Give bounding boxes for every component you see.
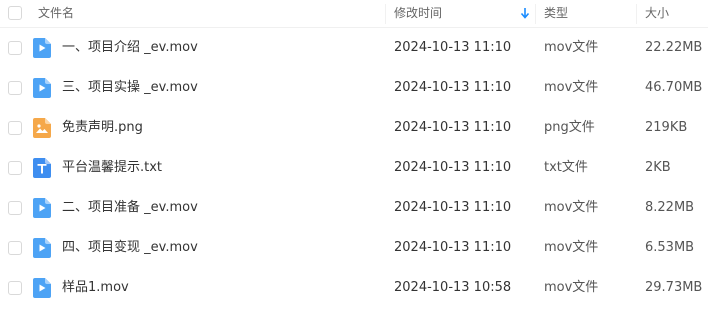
- file-name[interactable]: 平台温馨提示.txt: [62, 148, 162, 188]
- row-checkbox[interactable]: [8, 241, 22, 255]
- file-name[interactable]: 三、项目实操 _ev.mov: [62, 68, 198, 108]
- video-file-icon: [33, 78, 51, 98]
- row-checkbox[interactable]: [8, 41, 22, 55]
- file-size: 29.73MB: [645, 280, 703, 295]
- file-name[interactable]: 免责声明.png: [62, 108, 143, 148]
- file-size: 46.70MB: [645, 80, 703, 95]
- video-file-icon: [33, 238, 51, 258]
- file-name[interactable]: 样品1.mov: [62, 268, 129, 308]
- file-row[interactable]: 样品1.mov 2024-10-13 10:58 mov文件 29.73MB: [0, 268, 708, 308]
- video-file-icon: [33, 198, 51, 218]
- file-name[interactable]: 二、项目准备 _ev.mov: [62, 188, 198, 228]
- column-divider: [385, 4, 386, 24]
- select-all-checkbox[interactable]: [8, 6, 22, 20]
- file-modified-time: 2024-10-13 11:10: [394, 40, 512, 55]
- video-file-icon: [33, 278, 51, 298]
- file-type: mov文件: [544, 200, 599, 215]
- row-checkbox[interactable]: [8, 201, 22, 215]
- file-type: mov文件: [544, 80, 599, 95]
- file-row[interactable]: 四、项目变现 _ev.mov 2024-10-13 11:10 mov文件 6.…: [0, 228, 708, 268]
- row-checkbox[interactable]: [8, 161, 22, 175]
- file-name[interactable]: 一、项目介绍 _ev.mov: [62, 28, 198, 68]
- file-modified-time: 2024-10-13 10:58: [394, 280, 512, 295]
- row-checkbox[interactable]: [8, 121, 22, 135]
- file-name[interactable]: 四、项目变现 _ev.mov: [62, 228, 198, 268]
- row-checkbox[interactable]: [8, 281, 22, 295]
- file-type: mov文件: [544, 280, 599, 295]
- column-header-modified[interactable]: 修改时间: [394, 0, 442, 28]
- column-header-type[interactable]: 类型: [544, 0, 568, 28]
- file-size: 6.53MB: [645, 240, 695, 255]
- row-checkbox[interactable]: [8, 81, 22, 95]
- column-header-size[interactable]: 大小: [645, 0, 669, 28]
- file-row[interactable]: 免责声明.png 2024-10-13 11:10 png文件 219KB: [0, 108, 708, 148]
- column-divider: [636, 4, 637, 24]
- file-modified-time: 2024-10-13 11:10: [394, 160, 512, 175]
- image-file-icon: [33, 118, 51, 138]
- text-file-icon: [33, 158, 51, 178]
- file-size: 2KB: [645, 160, 671, 175]
- file-type: mov文件: [544, 40, 599, 55]
- file-type: txt文件: [544, 160, 588, 175]
- file-modified-time: 2024-10-13 11:10: [394, 120, 512, 135]
- file-type: png文件: [544, 120, 595, 135]
- sort-descending-icon[interactable]: [520, 7, 530, 19]
- file-size: 8.22MB: [645, 200, 695, 215]
- column-header-name[interactable]: 文件名: [38, 0, 74, 28]
- file-row[interactable]: 三、项目实操 _ev.mov 2024-10-13 11:10 mov文件 46…: [0, 68, 708, 108]
- column-divider: [535, 4, 536, 24]
- file-size: 219KB: [645, 120, 688, 135]
- video-file-icon: [33, 38, 51, 58]
- file-row[interactable]: 二、项目准备 _ev.mov 2024-10-13 11:10 mov文件 8.…: [0, 188, 708, 228]
- file-list-header: 文件名 修改时间 类型 大小: [0, 0, 708, 28]
- file-type: mov文件: [544, 240, 599, 255]
- file-modified-time: 2024-10-13 11:10: [394, 240, 512, 255]
- file-row[interactable]: 平台温馨提示.txt 2024-10-13 11:10 txt文件 2KB: [0, 148, 708, 188]
- file-modified-time: 2024-10-13 11:10: [394, 200, 512, 215]
- file-size: 22.22MB: [645, 40, 703, 55]
- file-modified-time: 2024-10-13 11:10: [394, 80, 512, 95]
- file-row[interactable]: 一、项目介绍 _ev.mov 2024-10-13 11:10 mov文件 22…: [0, 28, 708, 68]
- file-list: 文件名 修改时间 类型 大小 一、项目介绍 _ev.mov 2024-10-13…: [0, 0, 708, 314]
